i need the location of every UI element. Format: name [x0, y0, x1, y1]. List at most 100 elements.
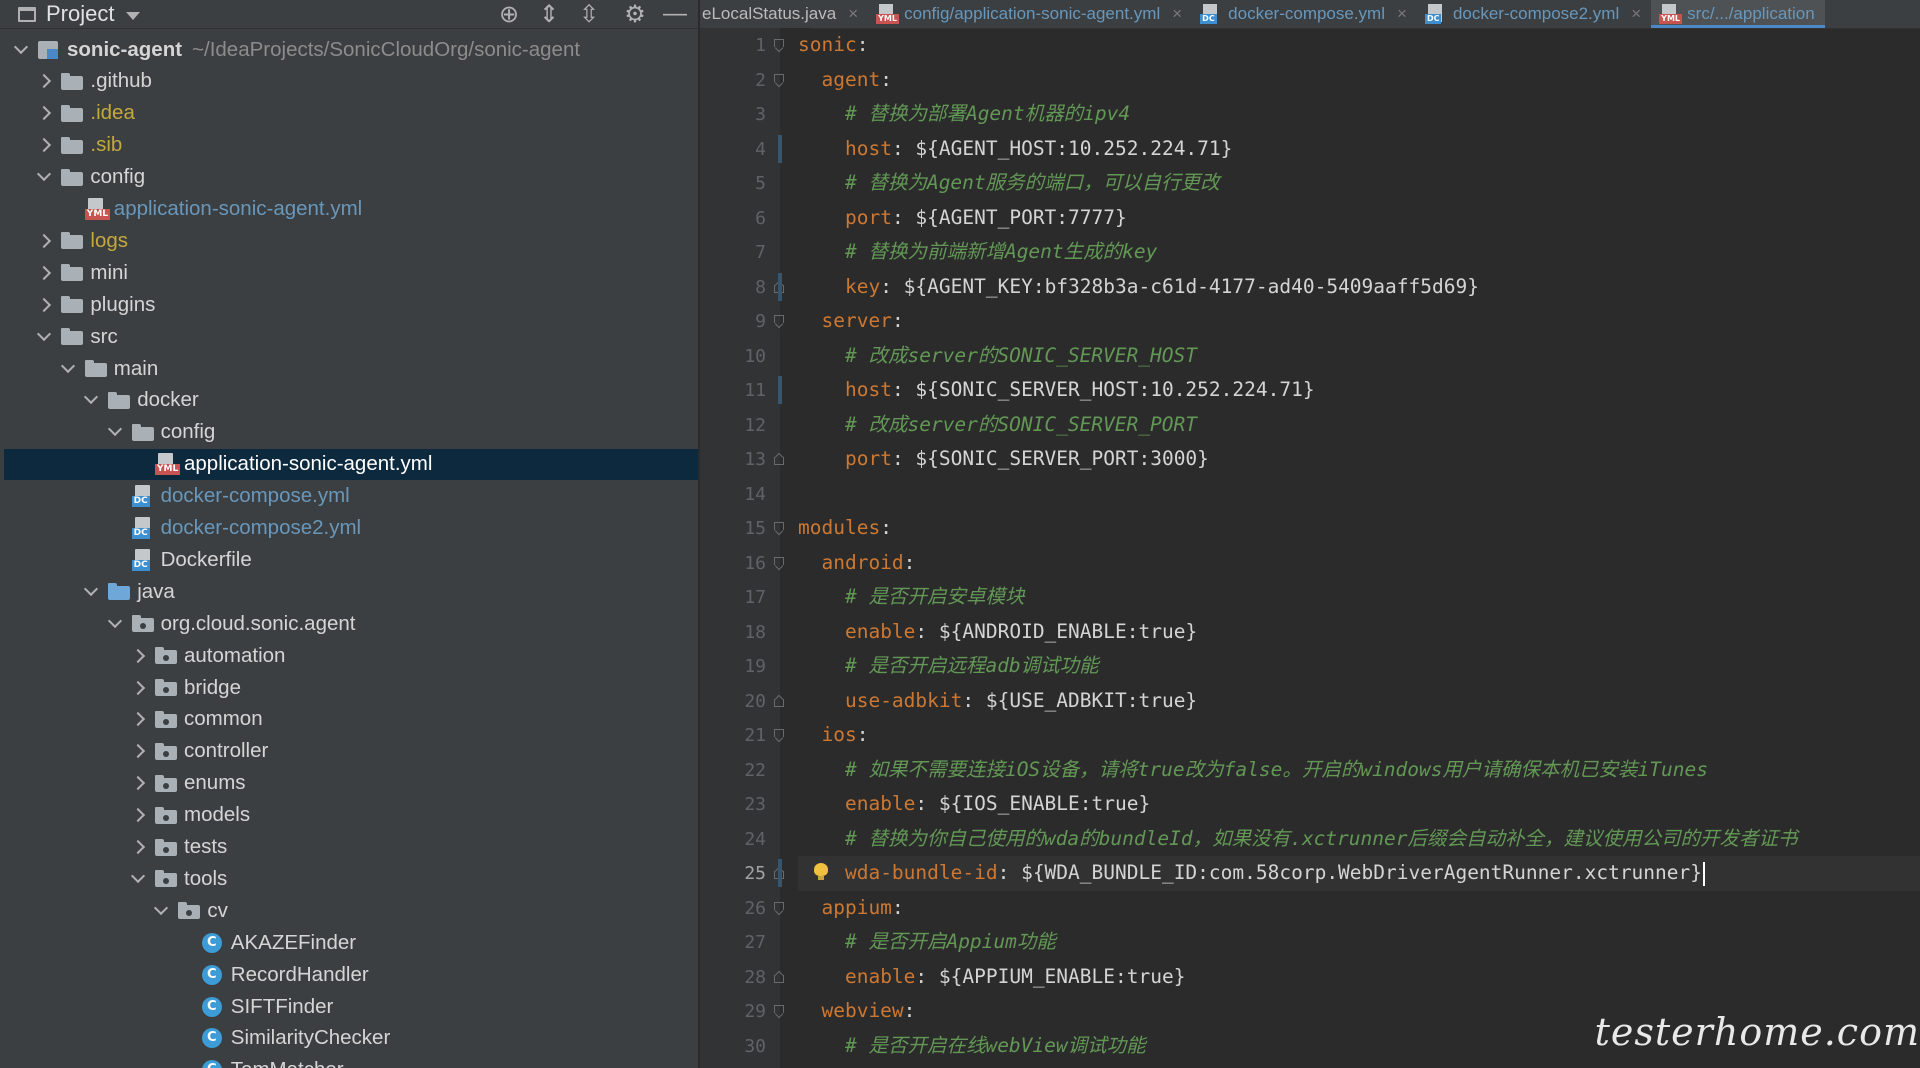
code-line[interactable]: # 替换为部署Agent机器的ipv4 — [798, 97, 1130, 132]
chevron-right-icon[interactable] — [33, 70, 55, 92]
fold-close-icon[interactable] — [774, 971, 784, 983]
fold-open-icon[interactable] — [774, 39, 784, 51]
code-line[interactable]: sonic: — [798, 28, 868, 63]
tree-item[interactable]: C SimilarityChecker — [4, 1023, 698, 1054]
code-line[interactable]: # 改成server的SONIC_SERVER_HOST — [798, 339, 1197, 374]
chevron-down-icon[interactable] — [33, 326, 55, 348]
change-marker[interactable] — [778, 859, 782, 887]
close-icon[interactable]: × — [1172, 4, 1182, 24]
editor-tab[interactable]: eLocalStatus.java × — [700, 0, 868, 28]
change-marker[interactable] — [778, 376, 782, 404]
code-line[interactable]: enable: ${IOS_ENABLE:true} — [798, 787, 1150, 822]
close-icon[interactable]: × — [1397, 4, 1407, 24]
collapse-all-icon[interactable]: ⇳ — [574, 0, 604, 28]
code-line[interactable]: # 是否开启Appium功能 — [798, 925, 1056, 960]
editor-tab[interactable]: YML src/.../application — [1651, 0, 1825, 28]
tree-item[interactable]: java — [4, 576, 698, 607]
chevron-down-icon[interactable] — [80, 389, 102, 411]
fold-close-icon[interactable] — [774, 453, 784, 465]
chevron-down-icon[interactable] — [33, 166, 55, 188]
code-line[interactable]: host: ${SONIC_SERVER_HOST:10.252.224.71} — [798, 373, 1315, 408]
tree-item[interactable]: controller — [4, 736, 698, 767]
tree-item[interactable]: org.cloud.sonic.agent — [4, 608, 698, 639]
tree-item[interactable]: mini — [4, 257, 698, 288]
code-line[interactable]: host: ${AGENT_HOST:10.252.224.71} — [798, 132, 1232, 167]
chevron-down-icon[interactable] — [104, 613, 126, 635]
tree-item[interactable]: .sib — [4, 130, 698, 161]
code-line[interactable]: # 替换为前端新增Agent生成的key — [798, 235, 1157, 270]
code-line[interactable]: server: — [798, 304, 903, 339]
tree-item[interactable]: C SIFTFinder — [4, 991, 698, 1022]
code-line[interactable]: # 替换为你自己使用的wda的bundleId，如果没有.xctrunner后缀… — [798, 822, 1798, 857]
fold-open-icon[interactable] — [774, 1005, 784, 1017]
tree-item[interactable]: C RecordHandler — [4, 959, 698, 990]
tree-item[interactable]: C TemMatcher — [4, 1055, 698, 1068]
fold-open-icon[interactable] — [774, 73, 784, 86]
fold-open-icon[interactable] — [774, 315, 784, 327]
code-line[interactable]: port: ${SONIC_SERVER_PORT:3000} — [798, 442, 1209, 477]
tree-item[interactable]: models — [4, 800, 698, 831]
code-line[interactable]: # 改成server的SONIC_SERVER_PORT — [798, 408, 1197, 443]
code-line[interactable]: key: ${AGENT_KEY:bf328b3a-c61d-4177-ad40… — [798, 270, 1479, 305]
tree-item[interactable]: tests — [4, 832, 698, 863]
code-line[interactable]: modules: — [798, 511, 892, 546]
code-line[interactable]: # 是否开启远程adb调试功能 — [798, 649, 1099, 684]
tree-item[interactable]: .github — [4, 66, 698, 97]
fold-close-icon[interactable] — [774, 695, 784, 707]
code-editor[interactable]: sonic: agent: # 替换为部署Agent机器的ipv4 host: … — [700, 28, 1920, 1068]
hide-icon[interactable]: — — [660, 0, 690, 28]
tree-item[interactable]: enums — [4, 768, 698, 799]
editor-tab[interactable]: DC docker-compose2.yml × — [1417, 0, 1651, 28]
locate-icon[interactable]: ⊕ — [494, 0, 524, 28]
tree-item[interactable]: YML application-sonic-agent.yml — [4, 194, 698, 225]
lightbulb-icon[interactable] — [814, 863, 828, 881]
chevron-down-icon[interactable] — [104, 421, 126, 443]
fold-open-icon[interactable] — [774, 556, 784, 569]
tree-item[interactable]: tools — [4, 863, 698, 894]
code-line[interactable]: # 替换为Agent服务的端口，可以自行更改 — [798, 166, 1220, 201]
fold-open-icon[interactable] — [774, 522, 784, 534]
project-view-selector[interactable]: Project — [18, 0, 141, 28]
tree-item[interactable]: common — [4, 704, 698, 735]
tree-item[interactable]: plugins — [4, 289, 698, 320]
code-line[interactable]: # 是否开启安卓模块 — [798, 580, 1024, 615]
tree-item[interactable]: config — [4, 417, 698, 448]
code-line[interactable]: wda-bundle-id: ${WDA_BUNDLE_ID:com.58cor… — [798, 856, 1920, 891]
tree-item[interactable]: .idea — [4, 98, 698, 129]
fold-open-icon[interactable] — [774, 901, 784, 914]
chevron-right-icon[interactable] — [127, 677, 149, 699]
tree-item[interactable]: DC docker-compose.yml — [4, 481, 698, 512]
code-line[interactable]: # 如果不需要连接iOS设备，请将true改为false。开启的windows用… — [798, 753, 1708, 788]
code-line[interactable]: ios: — [798, 718, 868, 753]
code-line[interactable]: webview: — [798, 994, 915, 1029]
tree-item[interactable]: logs — [4, 225, 698, 256]
code-line[interactable]: enable: ${APPIUM_ENABLE:true} — [798, 960, 1185, 995]
fold-open-icon[interactable] — [774, 729, 784, 741]
tree-item[interactable]: docker — [4, 385, 698, 416]
change-marker[interactable] — [778, 134, 782, 163]
chevron-right-icon[interactable] — [127, 708, 149, 730]
chevron-right-icon[interactable] — [33, 134, 55, 156]
code-line[interactable]: appium: — [798, 891, 903, 926]
tree-item[interactable]: YML application-sonic-agent.yml — [4, 448, 698, 480]
change-marker[interactable] — [778, 272, 782, 301]
chevron-right-icon[interactable] — [127, 836, 149, 858]
close-icon[interactable]: × — [848, 4, 858, 24]
chevron-down-icon[interactable] — [10, 39, 32, 61]
chevron-down-icon[interactable] — [150, 900, 172, 922]
close-icon[interactable]: × — [1631, 4, 1641, 24]
tree-item[interactable]: config — [4, 162, 698, 193]
code-line[interactable]: enable: ${ANDROID_ENABLE:true} — [798, 615, 1197, 650]
code-line[interactable]: use-adbkit: ${USE_ADBKIT:true} — [798, 684, 1197, 719]
code-line[interactable]: # 是否开启在线webView调试功能 — [798, 1029, 1146, 1064]
chevron-right-icon[interactable] — [127, 645, 149, 667]
chevron-right-icon[interactable] — [127, 740, 149, 762]
chevron-down-icon[interactable] — [127, 868, 149, 890]
chevron-down-icon[interactable] — [57, 358, 79, 380]
chevron-down-icon[interactable] — [126, 11, 141, 20]
chevron-right-icon[interactable] — [33, 102, 55, 124]
gear-icon[interactable]: ⚙ — [620, 0, 650, 28]
chevron-right-icon[interactable] — [33, 294, 55, 316]
chevron-right-icon[interactable] — [33, 230, 55, 252]
chevron-right-icon[interactable] — [127, 804, 149, 826]
